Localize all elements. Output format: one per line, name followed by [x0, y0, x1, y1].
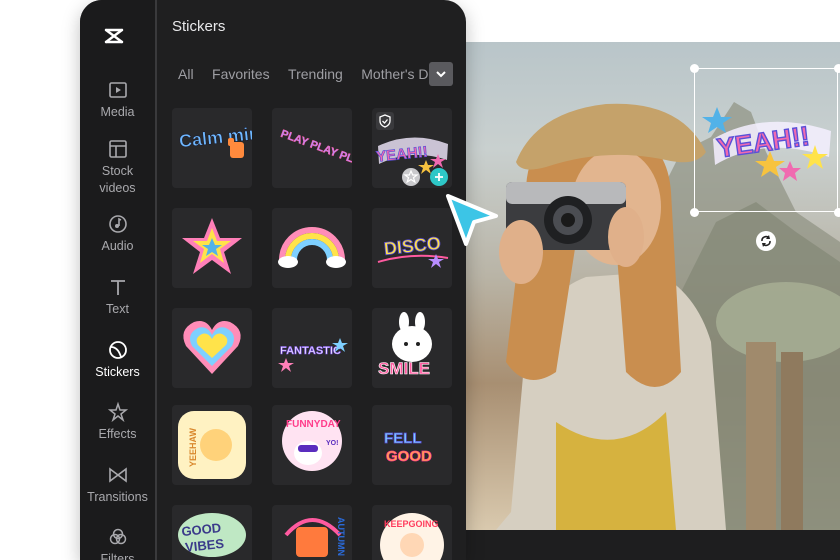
sidebar-item-label: Filters [100, 552, 135, 560]
add-sticker-button[interactable] [430, 168, 448, 186]
resize-handle-bottom-left[interactable] [690, 208, 699, 217]
resize-handle-top-right[interactable] [834, 64, 840, 73]
svg-text:GOOD: GOOD [386, 448, 432, 465]
sticker-art: KEEPGOING [380, 513, 444, 560]
tab-favorites[interactable]: Favorites [212, 66, 270, 82]
sticker-art [183, 321, 241, 374]
resize-handle-top-left[interactable] [690, 64, 699, 73]
sidebar-item-effects[interactable]: Effects [80, 401, 155, 443]
stock-videos-icon [108, 140, 127, 158]
canvas-sticker-yeah[interactable]: YEAH!! [695, 69, 839, 213]
svg-text:KEEPGOING: KEEPGOING [384, 519, 439, 529]
sidebar-item-label: Audio [101, 239, 134, 253]
sidebar-item-label: Text [106, 302, 129, 316]
sidebar-item-label: Stock videos [99, 164, 136, 195]
sticker-disco[interactable]: DISCO [372, 208, 452, 288]
filters-icon [109, 528, 126, 545]
sidebar-item-label: Transitions [87, 490, 148, 504]
rotate-handle[interactable] [756, 231, 776, 251]
sticker-art: Calm mind [178, 122, 252, 158]
sticker-heart[interactable] [172, 308, 252, 388]
stickers-icon [108, 341, 127, 359]
svg-text:FUNNYDAY: FUNNYDAY [286, 419, 341, 430]
sticker-smile[interactable]: SMILE [372, 308, 452, 388]
sticker-art: YEEHAW [178, 411, 246, 479]
favorite-badge [376, 112, 394, 130]
audio-icon [108, 215, 127, 233]
sticker-rainbow[interactable] [272, 208, 352, 288]
panel-title: Stickers [172, 18, 226, 35]
plus-icon [435, 173, 443, 181]
sidebar-item-text[interactable]: Text [80, 276, 155, 318]
svg-text:YEAH!!: YEAH!! [715, 121, 811, 164]
sticker-art: FANTASTIC [278, 338, 348, 372]
transitions-icon [108, 467, 127, 483]
app-logo-icon [104, 28, 124, 44]
more-tabs-button[interactable] [429, 62, 453, 86]
sticker-art: PLAY PLAY PLAY [279, 128, 352, 171]
sidebar-item-label: Media [100, 105, 135, 119]
svg-text:PLAY PLAY PLAY: PLAY PLAY PLAY [279, 128, 352, 171]
sidebar-divider [155, 0, 157, 560]
resize-handle-bottom-right[interactable] [834, 208, 840, 217]
shield-check-icon [379, 114, 391, 128]
rotate-icon [761, 235, 771, 247]
sticker-art: DISCO [377, 233, 449, 268]
svg-text:AUTUMN: AUTUMN [336, 517, 346, 556]
svg-text:SMILE: SMILE [378, 359, 430, 378]
media-icon [108, 82, 127, 98]
chevron-down-icon [436, 71, 446, 78]
sticker-art [182, 218, 242, 274]
svg-text:FANTASTIC: FANTASTIC [280, 345, 341, 357]
sidebar-item-media[interactable]: Media [80, 79, 155, 121]
sidebar-item-label: Stickers [95, 365, 140, 379]
tab-mothers-day[interactable]: Mother's Day [361, 66, 428, 82]
sticker-fantastic[interactable]: FANTASTIC [272, 308, 352, 388]
sticker-funnyday[interactable]: FUNNYDAY YO! [272, 405, 352, 485]
svg-text:FELL: FELL [384, 430, 422, 447]
stage: YEAH!! Media Stock videos Audio Text Sti… [0, 0, 840, 560]
sidebar-item-stock-videos[interactable]: Stock videos [80, 138, 155, 197]
sticker-art: AUTUMN [284, 517, 346, 557]
sticker-yeah[interactable]: YEAH!! [372, 108, 452, 188]
sidebar-item-transitions[interactable]: Transitions [80, 464, 155, 506]
sticker-art [278, 227, 346, 268]
star-icon [403, 169, 419, 184]
sticker-fell-good[interactable]: FELL GOOD [372, 405, 452, 485]
sidebar-item-audio[interactable]: Audio [80, 213, 155, 255]
tab-trending[interactable]: Trending [288, 66, 343, 82]
sticker-star[interactable] [172, 208, 252, 288]
selection-box[interactable]: YEAH!! [694, 68, 838, 212]
sticker-art: FUNNYDAY YO! [282, 411, 342, 471]
sticker-art: FELL GOOD [384, 430, 433, 466]
svg-text:YEEHAW: YEEHAW [188, 427, 198, 467]
svg-text:YO!: YO! [326, 440, 338, 447]
sticker-art: SMILE [378, 312, 432, 378]
category-tabs: All Favorites Trending Mother's Day [178, 66, 428, 86]
tab-all[interactable]: All [178, 66, 194, 82]
preview-bottom-bar [466, 530, 840, 560]
cursor-pointer-icon [446, 194, 498, 246]
sticker-keepgoing[interactable]: KEEPGOING [372, 505, 452, 560]
sidebar-item-stickers[interactable]: Stickers [80, 339, 155, 381]
sticker-autumn[interactable]: AUTUMN [272, 505, 352, 560]
sidebar-item-filters[interactable]: Filters [80, 526, 155, 560]
sticker-play-play-play[interactable]: PLAY PLAY PLAY [272, 108, 352, 188]
app-panel: Media Stock videos Audio Text Stickers E… [80, 0, 466, 560]
text-icon [110, 280, 125, 295]
effects-icon [107, 401, 128, 423]
sticker-calm-mind[interactable]: Calm mind [172, 108, 252, 188]
sticker-yeehaw[interactable]: YEEHAW [172, 405, 252, 485]
sidebar-item-label: Effects [98, 427, 137, 441]
favorite-button[interactable] [402, 168, 420, 186]
svg-text:DISCO: DISCO [383, 233, 442, 259]
sticker-art: GOOD VIBES [178, 513, 246, 557]
sticker-good-vibes[interactable]: GOOD VIBES [172, 505, 252, 560]
